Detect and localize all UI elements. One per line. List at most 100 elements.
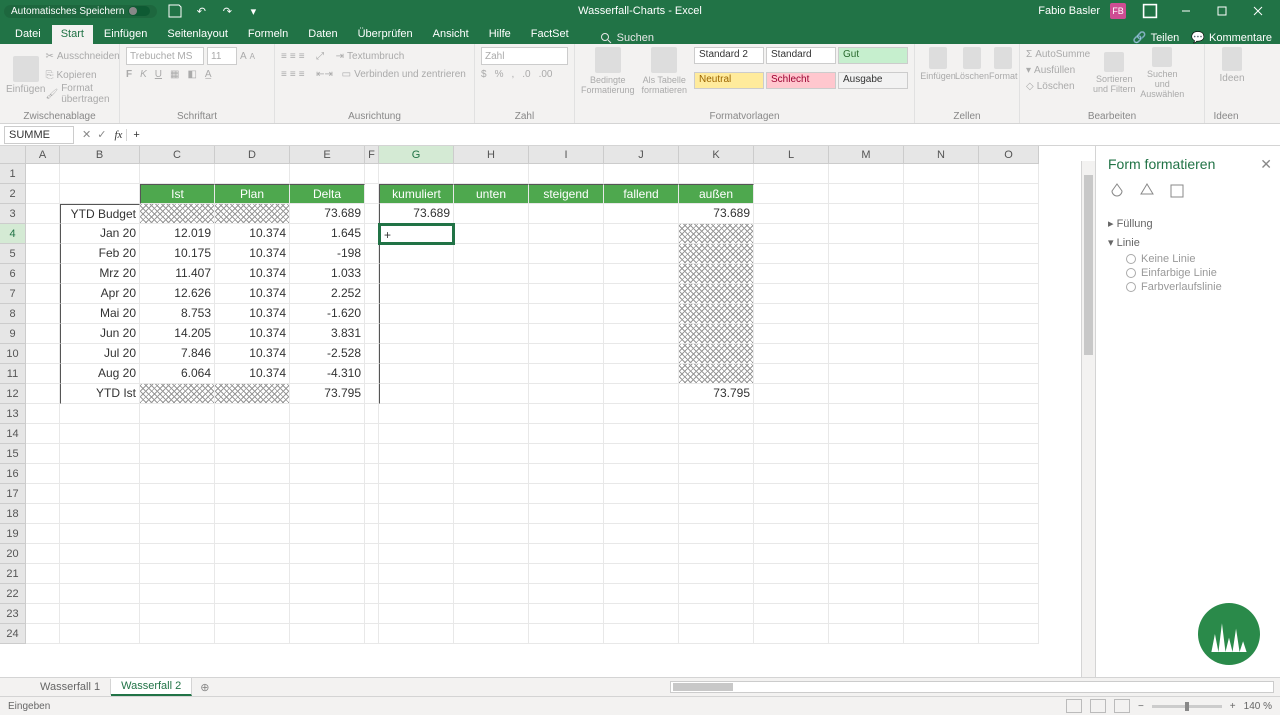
wrap-text-button[interactable]: ⇥ (336, 51, 344, 62)
row-headers[interactable]: 123456789101112131415161718192021222324 (0, 164, 26, 644)
minimize-button[interactable] (1168, 0, 1204, 22)
insert-cells-button[interactable]: Einfügen (921, 47, 955, 81)
underline-button[interactable]: U (155, 69, 162, 80)
horizontal-scrollbar[interactable] (670, 681, 1274, 693)
align-left-icon[interactable]: ≡ (281, 69, 287, 80)
cancel-formula-icon[interactable]: ✕ (82, 128, 91, 141)
user-avatar[interactable]: FB (1110, 3, 1126, 19)
percent-icon[interactable]: % (495, 69, 504, 80)
merge-button[interactable]: ▭ (342, 69, 351, 80)
effects-tab-icon[interactable] (1138, 182, 1156, 200)
line-option-gradient[interactable]: Farbverlaufslinie (1108, 280, 1268, 294)
tab-file[interactable]: Datei (6, 25, 50, 44)
tab-view[interactable]: Ansicht (424, 25, 478, 44)
align-center-icon[interactable]: ≡ (290, 69, 296, 80)
zoom-in-icon[interactable]: + (1230, 701, 1236, 712)
user-name[interactable]: Fabio Basler (1038, 5, 1100, 17)
add-sheet-button[interactable]: ⊕ (192, 679, 217, 696)
format-cells-button[interactable]: Format (989, 47, 1018, 81)
bold-button[interactable]: F (126, 69, 132, 80)
accept-formula-icon[interactable]: ✓ (97, 128, 106, 141)
format-painter-button[interactable]: 🖌 Format übertragen (45, 85, 119, 103)
tab-home[interactable]: Start (52, 25, 93, 44)
cut-button[interactable]: ✂ Ausschneiden (45, 47, 119, 65)
ideas-button[interactable]: Ideen (1211, 47, 1253, 84)
border-button[interactable]: ▦ (170, 69, 179, 80)
delete-cells-button[interactable]: Löschen (955, 47, 989, 81)
find-select-button[interactable]: Suchen und Auswählen (1138, 47, 1186, 99)
line-option-none[interactable]: Keine Linie (1108, 252, 1268, 266)
tab-formulas[interactable]: Formeln (239, 25, 297, 44)
line-option-solid[interactable]: Einfarbige Linie (1108, 266, 1268, 280)
copy-button[interactable]: ⎘ Kopieren (45, 66, 119, 84)
cell-style-5[interactable]: Schlecht (766, 72, 836, 89)
inc-decimal-icon[interactable]: .0 (522, 69, 530, 80)
sheet-tab-2[interactable]: Wasserfall 2 (111, 678, 192, 696)
zoom-level[interactable]: 140 % (1244, 701, 1272, 712)
indent-icon[interactable]: ⇤⇥ (316, 69, 333, 80)
paste-button[interactable]: Einfügen (6, 47, 45, 103)
cell-grid[interactable]: IstPlanDeltakumuliertuntensteigendfallen… (26, 164, 1039, 644)
tab-factset[interactable]: FactSet (522, 25, 578, 44)
pane-close-icon[interactable]: ✕ (1260, 156, 1272, 173)
maximize-button[interactable] (1204, 0, 1240, 22)
formula-bar[interactable]: + (126, 129, 1280, 141)
tab-insert[interactable]: Einfügen (95, 25, 156, 44)
align-right-icon[interactable]: ≡ (299, 69, 305, 80)
grow-font-icon[interactable]: A (240, 51, 247, 62)
view-normal-icon[interactable] (1066, 699, 1082, 713)
conditional-format-button[interactable]: Bedingte Formatierung (581, 47, 635, 95)
view-layout-icon[interactable] (1090, 699, 1106, 713)
fx-icon[interactable]: fx (110, 129, 126, 141)
align-mid-icon[interactable]: ≡ (290, 51, 296, 62)
cell-style-3[interactable]: Gut (838, 47, 908, 64)
number-format-select[interactable]: Zahl (481, 47, 568, 65)
italic-button[interactable]: K (140, 69, 147, 80)
select-all-corner[interactable] (0, 146, 26, 164)
vertical-scrollbar[interactable] (1081, 161, 1095, 682)
ribbon-options-icon[interactable] (1142, 3, 1158, 19)
tab-help[interactable]: Hilfe (480, 25, 520, 44)
dec-decimal-icon[interactable]: .00 (539, 69, 553, 80)
cell-style-2[interactable]: Standard (766, 47, 836, 64)
fill-button[interactable]: ▾ Ausfüllen (1026, 63, 1090, 78)
zoom-slider[interactable] (1152, 705, 1222, 708)
tab-layout[interactable]: Seitenlayout (158, 25, 237, 44)
tell-me-search[interactable]: Suchen (600, 32, 654, 44)
tab-review[interactable]: Überprüfen (349, 25, 422, 44)
font-size-select[interactable]: 11 (207, 47, 237, 65)
autosave-toggle[interactable]: Automatisches Speichern (4, 5, 157, 18)
qat-more-icon[interactable]: ▾ (245, 3, 261, 19)
close-button[interactable] (1240, 0, 1276, 22)
clear-button[interactable]: ◇ Löschen (1026, 79, 1090, 94)
fill-color-button[interactable]: ◧ (187, 69, 196, 80)
align-top-icon[interactable]: ≡ (281, 51, 287, 62)
fill-line-tab-icon[interactable] (1108, 182, 1126, 200)
comma-icon[interactable]: , (511, 69, 514, 80)
redo-icon[interactable]: ↷ (219, 3, 235, 19)
shrink-font-icon[interactable]: A (250, 52, 255, 61)
format-as-table-button[interactable]: Als Tabelle formatieren (639, 47, 690, 95)
sheet-tab-1[interactable]: Wasserfall 1 (30, 679, 111, 695)
share-button[interactable]: 🔗 Teilen (1133, 31, 1179, 44)
name-box[interactable]: SUMME (4, 126, 74, 144)
cell-style-4[interactable]: Neutral (694, 72, 764, 89)
fill-section[interactable]: ▸ Füllung (1108, 214, 1268, 233)
comments-button[interactable]: 💬 Kommentare (1191, 31, 1272, 44)
size-tab-icon[interactable] (1168, 182, 1186, 200)
tab-data[interactable]: Daten (299, 25, 346, 44)
sort-filter-button[interactable]: Sortieren und Filtern (1090, 47, 1138, 99)
view-break-icon[interactable] (1114, 699, 1130, 713)
align-bot-icon[interactable]: ≡ (299, 51, 305, 62)
zoom-out-icon[interactable]: − (1138, 701, 1144, 712)
undo-icon[interactable]: ↶ (193, 3, 209, 19)
orientation-icon[interactable]: ⤢ (316, 51, 324, 62)
cell-style-1[interactable]: Standard 2 (694, 47, 764, 64)
save-icon[interactable] (167, 3, 183, 19)
line-section[interactable]: ▾ Linie (1108, 233, 1268, 252)
font-name-select[interactable]: Trebuchet MS (126, 47, 204, 65)
column-headers[interactable]: ABCDEFGHIJKLMNO (26, 146, 1039, 164)
cell-style-6[interactable]: Ausgabe (838, 72, 908, 89)
font-color-button[interactable]: A̲ (205, 69, 212, 80)
currency-icon[interactable]: $ (481, 69, 487, 80)
